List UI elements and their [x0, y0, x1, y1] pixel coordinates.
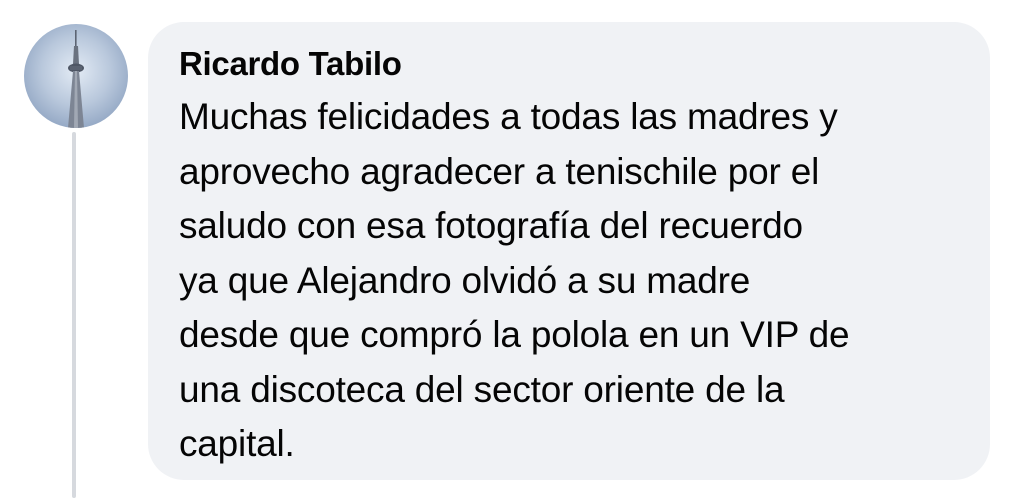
comment-text-line: aprovecho agradecer a tenischile por el — [179, 150, 820, 192]
tower-photo-icon — [24, 24, 128, 128]
comment-text-line: saludo con esa fotografía del recuerdo — [179, 205, 803, 246]
comment-text-line: desde que compró la polola en un VIP de — [179, 314, 850, 355]
comment-text-line: capital. — [179, 423, 295, 464]
comment-thread: Ricardo Tabilo Muchas felicidades a toda… — [0, 0, 1024, 498]
comment-text: Muchas felicidades a todas las madres y … — [179, 90, 962, 472]
comment-text-line: ya que Alejandro olvidó a su madre — [179, 259, 751, 301]
comment-text-line: Muchas felicidades a todas las madres y — [179, 96, 838, 137]
comment-text-line: una discoteca del sector oriente de la — [179, 368, 785, 410]
avatar[interactable] — [24, 24, 128, 128]
comment-author-name[interactable]: Ricardo Tabilo — [179, 44, 402, 84]
thread-connector-line — [72, 132, 76, 498]
comment-bubble: Ricardo Tabilo Muchas felicidades a toda… — [148, 22, 990, 480]
